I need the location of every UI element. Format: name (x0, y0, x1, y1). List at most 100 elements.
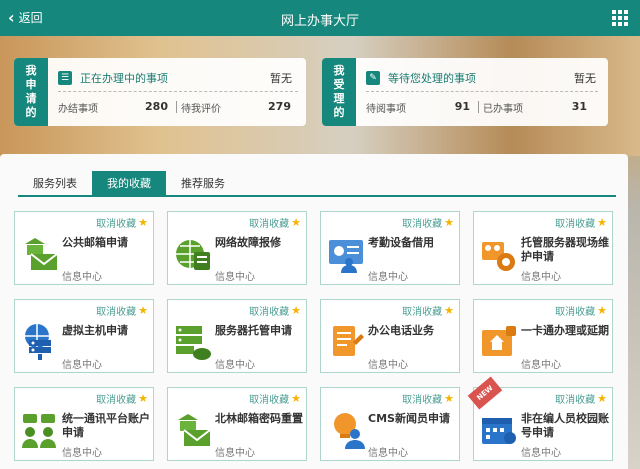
side-char: 请 (25, 92, 37, 105)
user-bulb-icon (327, 410, 365, 450)
star-icon: ★ (597, 216, 607, 229)
side-char: 的 (333, 106, 345, 119)
service-name: 考勤设备借用 (368, 236, 434, 249)
service-source: 信息中心 (215, 360, 255, 371)
unfavorite-label: 取消收藏 (402, 219, 443, 230)
unfavorite-button[interactable]: 取消收藏 ★ (249, 215, 301, 230)
side-char: 我 (333, 64, 345, 77)
star-icon: ★ (138, 216, 148, 229)
my-applications-summary: 我 申 请 的 ☰ 正在办理中的事项 暂无 办结事项 280 待我评价 279 (14, 58, 306, 126)
unfavorite-button[interactable]: 取消收藏 ★ (96, 303, 148, 318)
side-char: 的 (25, 106, 37, 119)
service-card[interactable]: 取消收藏 ★ 公共邮箱申请 信息中心 (14, 211, 154, 285)
service-name: 统一通讯平台账户申请 (62, 412, 150, 439)
edit-icon: ✎ (366, 71, 380, 85)
divider (366, 91, 598, 92)
unfavorite-label: 取消收藏 (402, 395, 443, 406)
handled-count[interactable]: 31 (567, 100, 587, 115)
star-icon: ★ (444, 216, 454, 229)
in-progress-title: 正在办理中的事项 (80, 72, 168, 85)
in-progress-link[interactable]: ☰ 正在办理中的事项 (58, 70, 168, 86)
service-source: 信息中心 (368, 360, 408, 371)
side-char: 申 (25, 78, 37, 91)
service-tabs: 服务列表 我的收藏 推荐服务 (18, 171, 616, 197)
service-card[interactable]: 取消收藏 ★ 统一通讯平台账户申请 信息中心 (14, 387, 154, 461)
service-name: 北林邮箱密码重置 (215, 412, 303, 425)
to-evaluate-count[interactable]: 279 (267, 100, 291, 115)
unfavorite-label: 取消收藏 (555, 307, 596, 318)
awaiting-status: 暂无 (574, 72, 596, 85)
star-icon: ★ (444, 304, 454, 317)
document-pen-icon (327, 322, 365, 362)
unfavorite-button[interactable]: 取消收藏 ★ (402, 215, 454, 230)
service-source: 信息中心 (368, 448, 408, 459)
service-card[interactable]: 取消收藏 ★ 考勤设备借用 信息中心 (320, 211, 460, 285)
completed-count[interactable]: 280 (144, 100, 168, 115)
service-source: 信息中心 (521, 448, 561, 459)
apply-stats: 办结事项 280 待我评价 279 (58, 100, 291, 115)
my-accepted-summary: 我 受 理 的 ✎ 等待您处理的事项 暂无 待阅事项 91 已办事项 31 (322, 58, 608, 126)
service-name: 非在编人员校园账号申请 (521, 412, 609, 439)
service-card[interactable]: 取消收藏 ★ 一卡通办理或延期 信息中心 (473, 299, 613, 373)
star-icon: ★ (444, 392, 454, 405)
pending-read-label[interactable]: 待阅事项 (366, 100, 450, 115)
unfavorite-label: 取消收藏 (555, 395, 596, 406)
service-card[interactable]: 取消收藏 ★ 北林邮箱密码重置 信息中心 (167, 387, 307, 461)
awaiting-link[interactable]: ✎ 等待您处理的事项 (366, 70, 476, 86)
unfavorite-button[interactable]: 取消收藏 ★ (402, 391, 454, 406)
star-icon: ★ (597, 304, 607, 317)
awaiting-title: 等待您处理的事项 (388, 72, 476, 85)
star-icon: ★ (138, 304, 148, 317)
tab-my-favorites[interactable]: 我的收藏 (92, 171, 166, 197)
unfavorite-button[interactable]: 取消收藏 ★ (96, 215, 148, 230)
list-icon: ☰ (58, 71, 72, 85)
to-evaluate-label[interactable]: 待我评价 (181, 100, 267, 115)
service-source: 信息中心 (368, 272, 408, 283)
star-icon: ★ (138, 392, 148, 405)
service-card[interactable]: 取消收藏 ★ 网络故障报修 信息中心 (167, 211, 307, 285)
service-card[interactable]: 取消收藏 ★ 办公电话业务 信息中心 (320, 299, 460, 373)
star-icon: ★ (291, 216, 301, 229)
unfavorite-button[interactable]: 取消收藏 ★ (249, 391, 301, 406)
server-cloud-icon (174, 322, 212, 362)
handled-label[interactable]: 已办事项 (483, 100, 567, 115)
star-icon: ★ (291, 304, 301, 317)
unfavorite-label: 取消收藏 (96, 307, 137, 318)
unfavorite-button[interactable]: 取消收藏 ★ (402, 303, 454, 318)
server-globe-icon (21, 322, 59, 362)
apps-grid-icon[interactable] (612, 10, 628, 26)
service-name: 虚拟主机申请 (62, 324, 128, 337)
service-name: CMS新闻员申请 (368, 412, 450, 425)
service-card[interactable]: 取消收藏 ★ 虚拟主机申请 信息中心 (14, 299, 154, 373)
service-card[interactable]: 取消收藏 ★ 非在编人员校园账号申请 信息中心 NEW (467, 376, 613, 461)
side-char: 受 (333, 78, 345, 91)
service-name: 托管服务器现场维护申请 (521, 236, 609, 263)
divider (176, 101, 177, 113)
service-source: 信息中心 (215, 448, 255, 459)
star-icon: ★ (597, 392, 607, 405)
completed-label[interactable]: 办结事项 (58, 100, 144, 115)
service-card[interactable]: 取消收藏 ★ 服务器托管申请 信息中心 (167, 299, 307, 373)
unfavorite-button[interactable]: 取消收藏 ★ (96, 391, 148, 406)
id-card-icon (327, 234, 365, 274)
pending-read-count[interactable]: 91 (450, 100, 470, 115)
service-source: 信息中心 (62, 360, 102, 371)
unfavorite-button[interactable]: 取消收藏 ★ (555, 303, 607, 318)
star-icon: ★ (291, 392, 301, 405)
service-card[interactable]: 取消收藏 ★ 托管服务器现场维护申请 信息中心 (473, 211, 613, 285)
tab-recommended[interactable]: 推荐服务 (166, 171, 240, 197)
service-source: 信息中心 (62, 272, 102, 283)
unfavorite-label: 取消收藏 (555, 219, 596, 230)
globe-repair-icon (174, 234, 212, 274)
gear-maintenance-icon (480, 234, 518, 274)
divider (58, 91, 298, 92)
service-source: 信息中心 (62, 448, 102, 459)
side-char: 理 (333, 92, 345, 105)
service-source: 信息中心 (215, 272, 255, 283)
service-source: 信息中心 (521, 272, 561, 283)
unfavorite-button[interactable]: 取消收藏 ★ (555, 391, 607, 406)
unfavorite-button[interactable]: 取消收藏 ★ (249, 303, 301, 318)
tab-service-list[interactable]: 服务列表 (18, 171, 92, 197)
service-card[interactable]: 取消收藏 ★ CMS新闻员申请 信息中心 (320, 387, 460, 461)
unfavorite-button[interactable]: 取消收藏 ★ (555, 215, 607, 230)
